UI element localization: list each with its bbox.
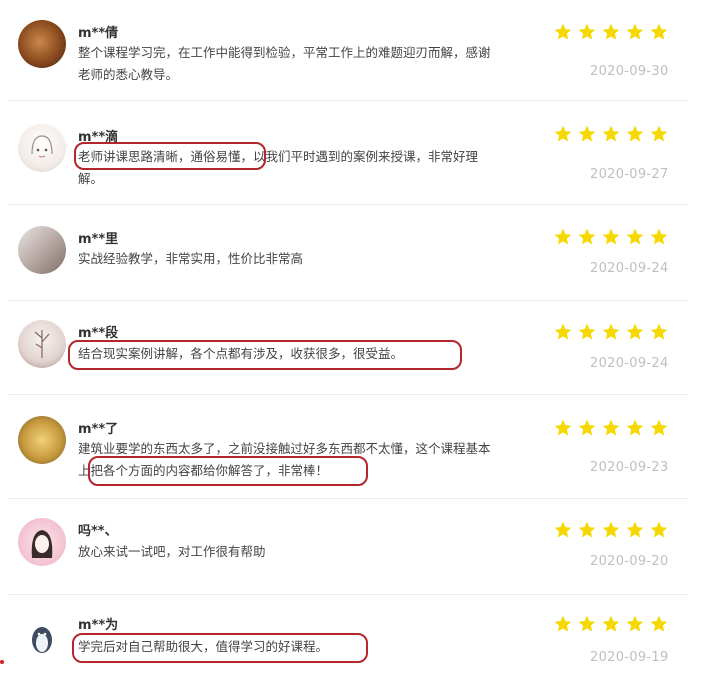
rating-stars xyxy=(552,322,672,342)
review-text: 放心来试一试吧，对工作很有帮助 xyxy=(78,544,266,559)
star-icon xyxy=(600,418,622,438)
star-icon xyxy=(624,22,646,42)
star-icon xyxy=(624,227,646,247)
star-icon xyxy=(624,322,646,342)
star-icon xyxy=(576,614,598,634)
review-date: 2020-09-30 xyxy=(590,64,669,79)
review-date: 2020-09-19 xyxy=(590,650,669,665)
star-icon xyxy=(648,227,670,247)
rating-stars xyxy=(552,22,672,42)
star-icon xyxy=(624,124,646,144)
reviewer-name: m**为 xyxy=(78,618,119,633)
red-dot xyxy=(0,660,4,664)
divider xyxy=(8,300,688,301)
star-icon xyxy=(648,322,670,342)
star-icon xyxy=(648,520,670,540)
divider xyxy=(8,498,688,499)
star-icon xyxy=(600,124,622,144)
star-icon xyxy=(600,227,622,247)
star-icon xyxy=(648,614,670,634)
review-date: 2020-09-27 xyxy=(590,167,669,182)
star-icon xyxy=(576,322,598,342)
star-icon xyxy=(552,520,574,540)
highlight-circle xyxy=(88,456,368,486)
star-icon xyxy=(576,22,598,42)
review-text: 整个课程学习完，在工作中能得到检验，平常工作上的难题迎刃而解，感谢 老师的悉心教导… xyxy=(78,45,491,82)
divider xyxy=(8,394,688,395)
star-icon xyxy=(552,322,574,342)
review-date: 2020-09-24 xyxy=(590,261,669,276)
reviewer-name: m**里 xyxy=(78,232,119,247)
review-text: 实战经验教学，非常实用，性价比非常高 xyxy=(78,251,304,266)
star-icon xyxy=(600,322,622,342)
reviewer-name: m**段 xyxy=(78,326,119,341)
avatar xyxy=(18,226,66,274)
rating-stars xyxy=(552,418,672,438)
star-icon xyxy=(600,520,622,540)
rating-stars xyxy=(552,520,672,540)
avatar xyxy=(18,612,66,660)
star-icon xyxy=(576,124,598,144)
avatar xyxy=(18,416,66,464)
review-date: 2020-09-23 xyxy=(590,460,669,475)
star-icon xyxy=(624,614,646,634)
highlight-circle xyxy=(72,633,368,663)
star-icon xyxy=(624,520,646,540)
reviewer-name: 吗**、 xyxy=(78,524,118,539)
reviewer-name: m**倩 xyxy=(78,26,119,41)
rating-stars xyxy=(552,227,672,247)
reviewer-name: m**了 xyxy=(78,422,119,437)
highlight-circle xyxy=(68,340,462,370)
star-icon xyxy=(552,124,574,144)
star-icon xyxy=(576,418,598,438)
divider xyxy=(8,100,688,101)
star-icon xyxy=(576,520,598,540)
star-icon xyxy=(552,614,574,634)
avatar xyxy=(18,124,66,172)
star-icon xyxy=(552,227,574,247)
star-icon xyxy=(576,227,598,247)
star-icon xyxy=(648,418,670,438)
star-icon xyxy=(600,614,622,634)
avatar xyxy=(18,20,66,68)
avatar xyxy=(18,518,66,566)
divider xyxy=(8,594,688,595)
star-icon xyxy=(624,418,646,438)
star-icon xyxy=(648,124,670,144)
star-icon xyxy=(648,22,670,42)
rating-stars xyxy=(552,614,672,634)
avatar xyxy=(18,320,66,368)
divider xyxy=(8,204,688,205)
highlight-circle xyxy=(74,142,266,170)
rating-stars xyxy=(552,124,672,144)
review-date: 2020-09-20 xyxy=(590,554,669,569)
star-icon xyxy=(552,22,574,42)
star-icon xyxy=(600,22,622,42)
star-icon xyxy=(552,418,574,438)
review-date: 2020-09-24 xyxy=(590,356,669,371)
